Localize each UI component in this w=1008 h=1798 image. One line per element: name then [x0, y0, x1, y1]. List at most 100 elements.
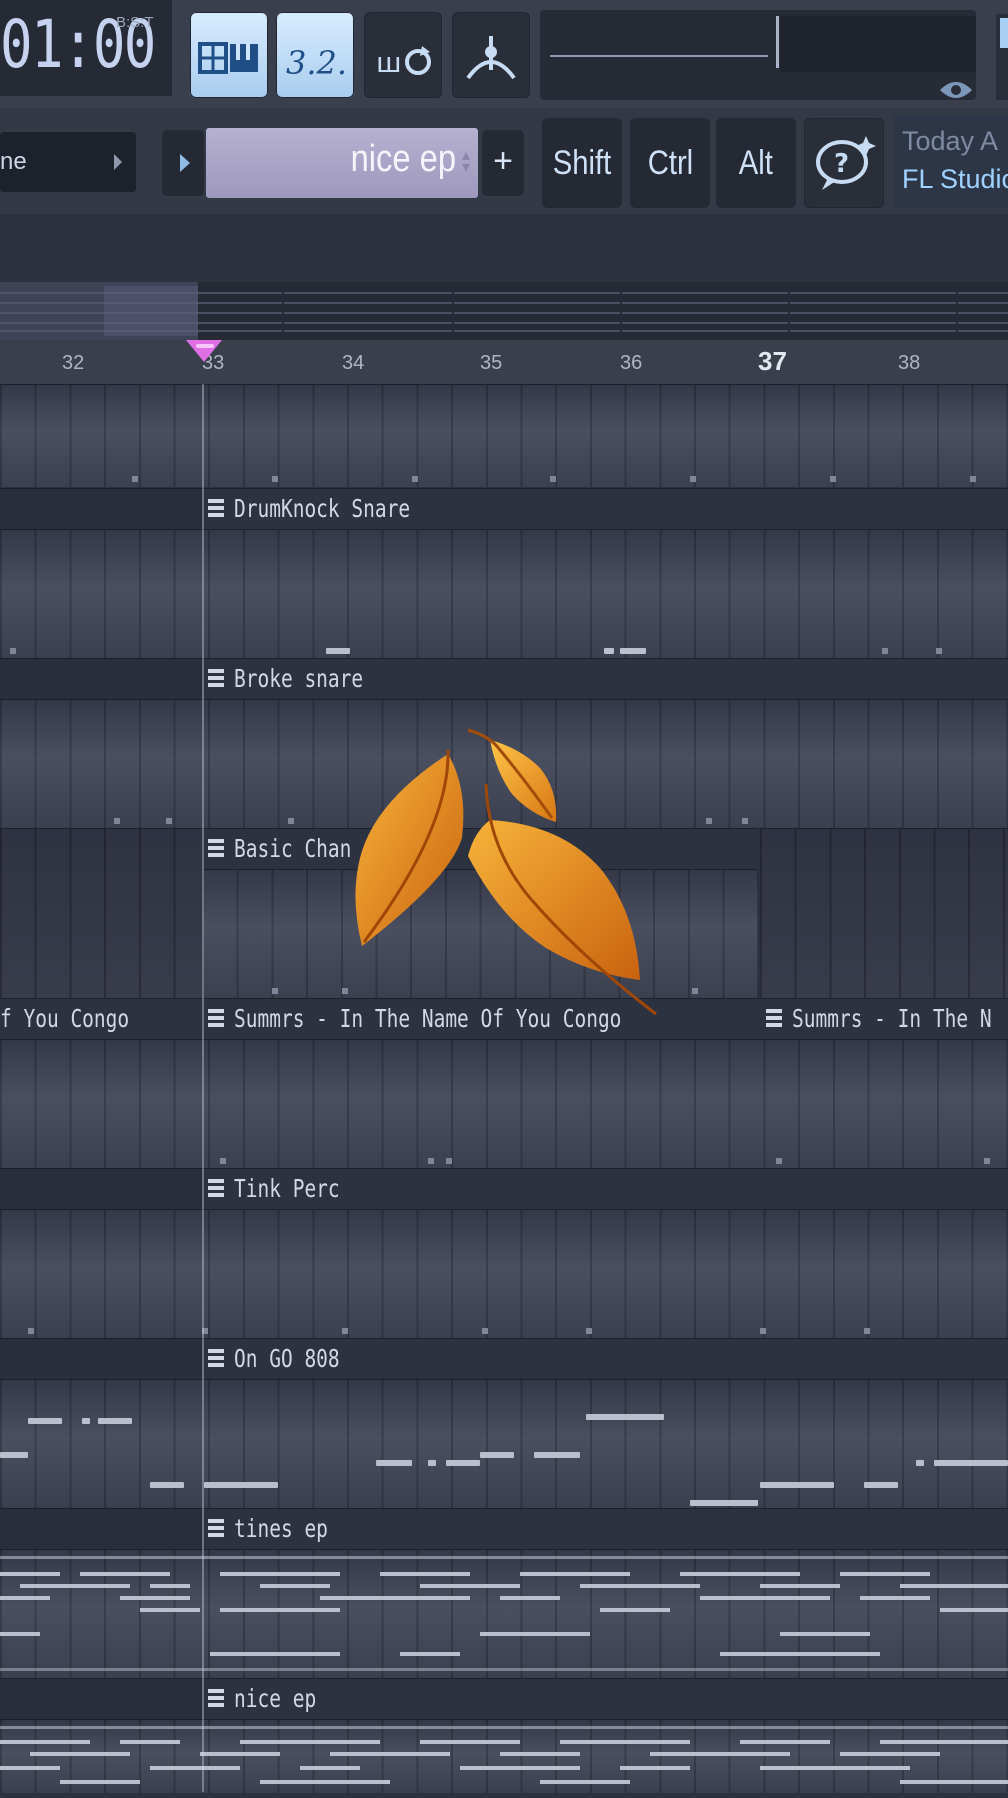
- beat-tick: [936, 648, 942, 654]
- beat-tick: [742, 818, 748, 824]
- beat-tick: [864, 1328, 870, 1334]
- time-format-label[interactable]: B:S:T: [116, 14, 154, 31]
- pattern-clip-icon: [206, 1687, 226, 1711]
- bar-number: 36: [620, 352, 643, 374]
- pattern-clip-icon: [764, 1007, 784, 1031]
- shift-label: Shift: [552, 144, 612, 182]
- note: [864, 1482, 898, 1488]
- track-lane[interactable]: [0, 1549, 1008, 1678]
- beat-tick: [272, 988, 278, 994]
- overview-minimap: [0, 282, 1008, 340]
- note: [916, 1460, 924, 1466]
- beat-tick: [690, 476, 696, 482]
- track-lane[interactable]: [0, 1719, 1008, 1793]
- beat-tick: [272, 476, 278, 482]
- clip-label: nice ep: [234, 1684, 317, 1713]
- beat-tick: [776, 1158, 782, 1164]
- note: [82, 1418, 90, 1424]
- clip-label: On GO 808: [234, 1344, 340, 1373]
- beat-tick: [550, 476, 556, 482]
- beat-tick: [706, 818, 712, 824]
- pattern-clip-icon: [206, 837, 226, 861]
- note: [586, 1414, 664, 1420]
- eye-icon[interactable]: [936, 76, 976, 104]
- note: [480, 1452, 514, 1458]
- note: [326, 648, 350, 654]
- channel-selector-label: ne: [0, 148, 27, 175]
- clip-header[interactable]: [0, 1508, 1008, 1549]
- pattern-clip-icon: [206, 667, 226, 691]
- timeline-ruler[interactable]: [0, 340, 1008, 385]
- loop-record-button[interactable]: ш: [364, 12, 442, 98]
- clip-header[interactable]: [0, 658, 1008, 699]
- piano-keyboard-icon: [198, 42, 258, 74]
- typing-keyboard-button[interactable]: [190, 12, 268, 98]
- track-lane-empty[interactable]: [760, 828, 1008, 999]
- clip-label: f You Congo: [0, 1004, 130, 1033]
- track-lane[interactable]: [0, 1379, 1008, 1508]
- beat-tick: [220, 1158, 226, 1164]
- beat-tick: [166, 818, 172, 824]
- metronome-icon: [466, 36, 516, 80]
- alt-button[interactable]: Alt: [716, 118, 796, 208]
- note: [760, 1482, 834, 1488]
- pattern-clip-icon: [206, 1347, 226, 1371]
- note: [534, 1452, 580, 1458]
- pattern-clip-icon: [206, 1007, 226, 1031]
- help-button[interactable]: ?: [804, 118, 884, 208]
- autumn-leaves-icon: [355, 728, 657, 1016]
- hint-line-1: Today A: [902, 126, 999, 156]
- bar-number: 34: [342, 352, 365, 374]
- loop-record-icon: ш: [376, 46, 431, 79]
- hint-line-2: FL Studio: [902, 164, 1008, 194]
- bar-number: 32: [62, 352, 85, 374]
- pattern-name: nice ep: [350, 138, 456, 180]
- clip-header[interactable]: [0, 488, 1008, 529]
- track-lane[interactable]: [0, 1209, 1008, 1338]
- note: [446, 1460, 480, 1466]
- pattern-clip-icon: [206, 1177, 226, 1201]
- clip-header[interactable]: [0, 1168, 1008, 1209]
- beat-tick: [692, 988, 698, 994]
- countdown-button[interactable]: 3.2.: [276, 12, 354, 98]
- clip-header[interactable]: [0, 1678, 1008, 1719]
- playhead-marker-shine: [196, 344, 214, 348]
- beat-tick: [760, 1328, 766, 1334]
- track-lane[interactable]: [0, 384, 1008, 487]
- track-lane[interactable]: [0, 1039, 1008, 1168]
- midi-notes: [0, 1726, 1008, 1784]
- play-arrow-icon: [180, 154, 190, 172]
- bar-number: 35: [480, 352, 503, 374]
- countdown-icon: 3.2.: [286, 44, 347, 82]
- shift-button[interactable]: Shift: [542, 118, 622, 208]
- track-lane[interactable]: [0, 529, 1008, 658]
- note: [150, 1482, 184, 1488]
- beat-tick: [28, 1328, 34, 1334]
- clip-header[interactable]: [0, 1338, 1008, 1379]
- note: [376, 1460, 412, 1466]
- note: [428, 1460, 436, 1466]
- svg-text:ш: ш: [376, 46, 402, 79]
- metronome-button[interactable]: [452, 12, 530, 98]
- playlist-overview[interactable]: [0, 282, 1008, 340]
- clip-label: Broke snare: [234, 664, 364, 693]
- waveform-history: [780, 16, 976, 72]
- track-lane-empty[interactable]: [0, 828, 202, 999]
- note: [204, 1482, 278, 1488]
- add-pattern-button[interactable]: +: [482, 130, 524, 196]
- clip-label: Basic Chan: [234, 834, 352, 863]
- ctrl-button[interactable]: Ctrl: [630, 118, 710, 208]
- svg-text:?: ?: [834, 149, 849, 179]
- beat-tick: [984, 1158, 990, 1164]
- svg-text:3.2.: 3.2.: [286, 44, 347, 82]
- beat-tick: [114, 818, 120, 824]
- pattern-stepper-icon[interactable]: ▴ ▾: [462, 148, 470, 176]
- note: [28, 1418, 62, 1424]
- beat-tick: [446, 1158, 452, 1164]
- note: [604, 648, 614, 654]
- beat-tick: [288, 818, 294, 824]
- clip-label: tines ep: [234, 1514, 328, 1543]
- waveform-line: [550, 55, 768, 57]
- note: [690, 1500, 758, 1506]
- beat-tick: [132, 476, 138, 482]
